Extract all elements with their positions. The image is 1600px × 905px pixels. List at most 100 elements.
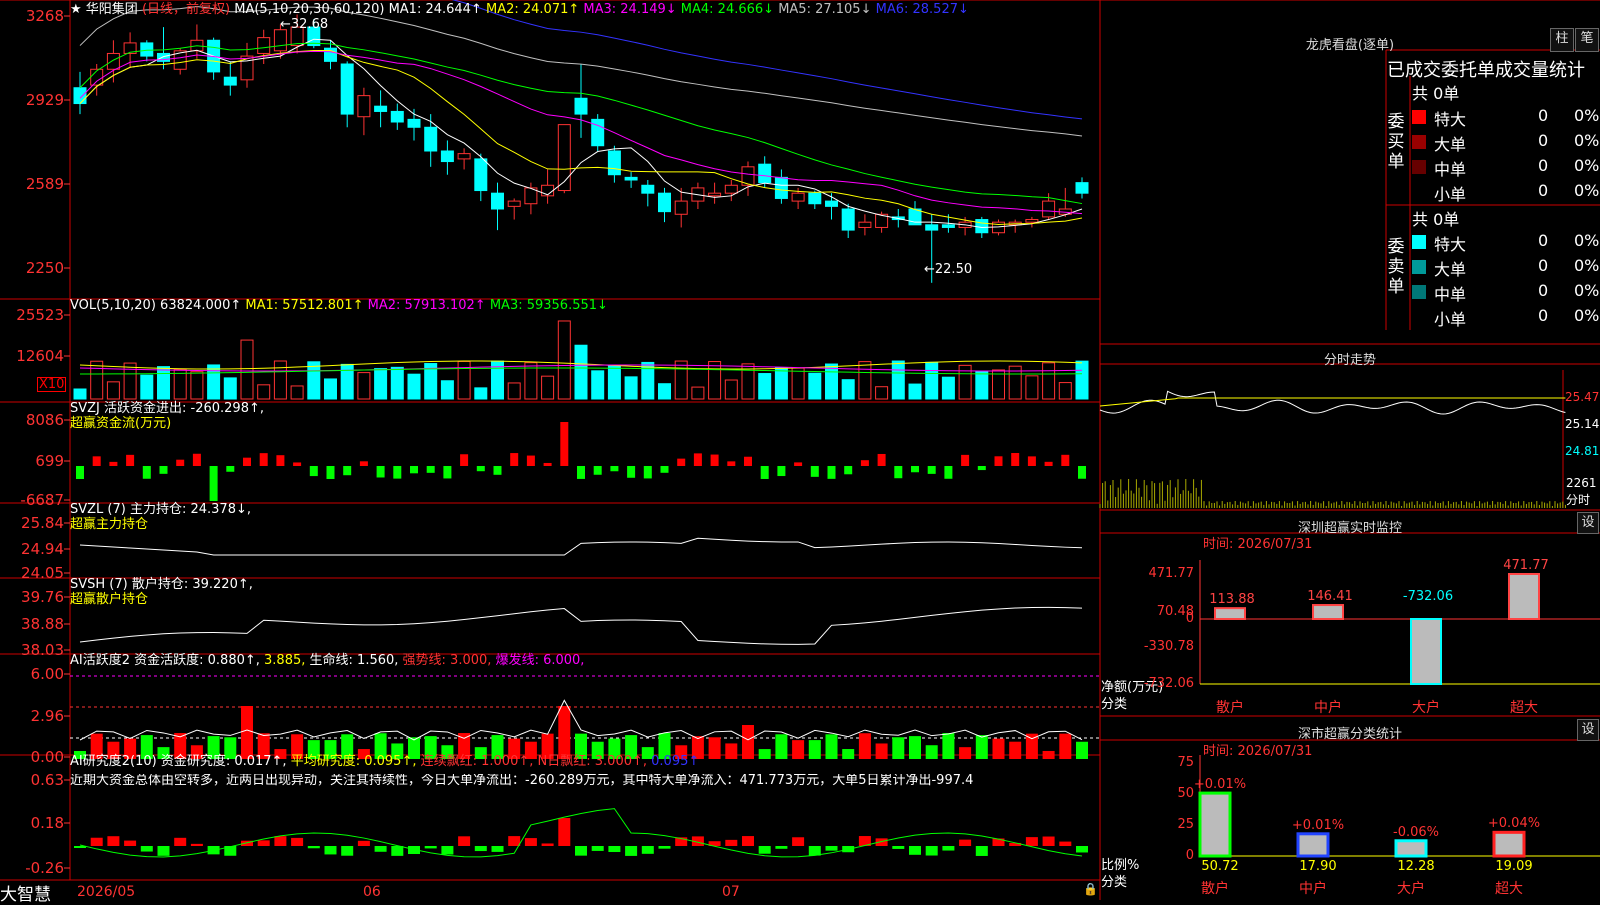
sell-total: 共 0单 [1412, 210, 1460, 229]
svzj-bar [1078, 466, 1086, 479]
svzj-bar [994, 456, 1003, 466]
volume-bar [574, 344, 588, 400]
monitor-bar-1 [1312, 604, 1344, 620]
ai-active-bar [808, 740, 821, 759]
candle-body [1075, 182, 1089, 194]
ai-research-bar [925, 846, 938, 856]
svzj-bars [76, 422, 1086, 501]
svzj-bar [142, 466, 151, 479]
svzj-axis-0: 8086 [25, 411, 64, 429]
tick-view-button[interactable]: 笔 [1575, 28, 1599, 52]
volume-bars [73, 320, 1089, 400]
sell-row-pct-3: 0% [1574, 306, 1600, 325]
ai-comment: 近期大资金总体由空转多，近两日出现异动，关注其持续性，今日大单净流出：-260.… [70, 774, 974, 787]
candle-body [457, 153, 471, 160]
svzj-bar [209, 466, 218, 501]
candle-body [73, 87, 87, 105]
ai-active-b: 3.885, [264, 653, 306, 668]
ai-active-bar [842, 749, 855, 759]
monitor-settings-button[interactable]: 设 [1577, 512, 1599, 534]
svzj-bar [744, 456, 752, 466]
ai-research-bar [825, 846, 838, 851]
candle-body [340, 63, 354, 115]
stock-name[interactable]: 华阳集团 [86, 2, 138, 17]
date-label-0: 2026/05 [77, 884, 136, 900]
volume-bar [223, 377, 237, 400]
ai-research-bars [74, 818, 1088, 856]
volume-bar [140, 374, 154, 400]
volume-bar [607, 365, 621, 400]
svzj-bar [911, 466, 919, 473]
volume-bar [808, 372, 822, 400]
candle-body [841, 208, 855, 231]
svzj-bar [961, 454, 970, 466]
volume-bar [708, 361, 722, 400]
order-tabs[interactable]: 已成交委托单成交量统计 [1387, 56, 1585, 82]
ai-active-bar [959, 747, 972, 759]
ai-active-bar [792, 740, 805, 759]
column-view-button[interactable]: 柱 [1550, 28, 1574, 52]
kline-mode[interactable]: (日线，前复权) [142, 2, 230, 17]
volume-bar [841, 379, 855, 400]
volume-bar [324, 378, 337, 400]
lock-icon[interactable]: 🔒 [1083, 882, 1098, 896]
ai-active-value: AI活跃度2 资金活跃度: 0.880↑, [70, 653, 260, 668]
classify-cat-3: 超大 [1495, 881, 1523, 897]
candle-body [273, 29, 287, 52]
intraday-avg-line [1099, 397, 1566, 407]
classify-bar-1 [1296, 832, 1330, 858]
svzj-bar [410, 466, 418, 474]
sell-side-label: 委卖单 [1387, 237, 1405, 297]
ai-research-bar [257, 840, 270, 846]
classify-bar-0 [1198, 791, 1232, 858]
svzl-axis-0: 25.84 [21, 514, 64, 532]
vol-value: 63824.000↑ [160, 298, 242, 313]
classify-value-1: 17.90 [1299, 859, 1337, 874]
volume-bar [1042, 362, 1056, 400]
candle-body [808, 192, 822, 205]
svsh-title: SVSH (7) 散户持仓: 39.220↑, [70, 577, 253, 592]
ai-research-bar [174, 837, 187, 846]
volume-bar [975, 370, 989, 400]
volume-bar [374, 368, 388, 400]
ai-active-bar [942, 733, 955, 759]
ai-active-axis-2: 0.00 [30, 748, 64, 766]
date-label-1: 06 [363, 884, 381, 900]
ma-legend-item-3: MA3: 24.149↓ [579, 2, 677, 17]
svzj-bar [460, 454, 469, 466]
svzj-bar [443, 466, 452, 479]
monitor-bar-label-2: -732.06 [1402, 589, 1454, 604]
ai-research-axis-0: 0.63 [30, 771, 64, 789]
candle-body [641, 184, 655, 194]
ai-research-bar [608, 846, 621, 853]
candle-body [106, 52, 120, 70]
ai-research-bar [1076, 846, 1088, 853]
ai-research-bar [558, 818, 571, 846]
volume-bar [908, 383, 922, 400]
buy-row-pct-2: 0% [1574, 156, 1600, 175]
volume-bar [691, 386, 705, 400]
svzj-bar [159, 466, 168, 474]
monitor-bar-0 [1214, 607, 1246, 621]
svzj-bar [126, 454, 135, 466]
ai-research-bar [975, 846, 988, 856]
svzj-bar [660, 466, 669, 473]
svsh-axis-2: 38.03 [21, 641, 64, 659]
monitor-cat-2: 大户 [1412, 700, 1440, 716]
classify-settings-button[interactable]: 设 [1577, 719, 1599, 741]
ai-research-bar [474, 846, 487, 852]
svzj-bar [510, 453, 519, 466]
monitor-cat-3: 超大 [1510, 700, 1538, 716]
volume-bar [273, 360, 287, 400]
candle-body [257, 37, 271, 54]
volume-bar [557, 320, 571, 400]
ai-research-bar [575, 846, 587, 856]
vol-params: VOL(5,10,20) [70, 298, 156, 313]
classify-cat-0: 散户 [1201, 881, 1229, 897]
volume-bar [1025, 375, 1039, 400]
volume-bar [875, 386, 889, 400]
vol-axis-0: 25523 [16, 306, 64, 324]
volume-bar [941, 376, 955, 400]
brand-logo[interactable]: 大智慧 [0, 880, 51, 905]
candle-body [424, 126, 438, 152]
